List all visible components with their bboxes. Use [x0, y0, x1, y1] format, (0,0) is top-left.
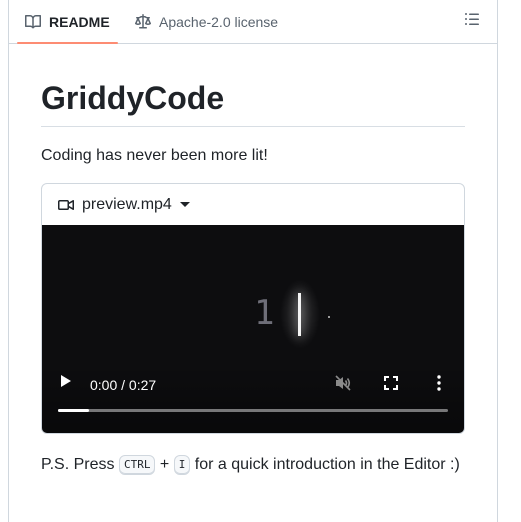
list-unordered-icon [464, 11, 480, 32]
title-divider [41, 126, 465, 127]
kebab-vertical-icon [437, 374, 441, 396]
active-tab-indicator [17, 42, 118, 44]
device-camera-video-icon [58, 197, 74, 213]
ps-note: P.S. Press CTRL + I for a quick introduc… [41, 453, 465, 477]
page-title: GriddyCode [41, 80, 225, 116]
ps-suffix: for a quick introduction in the Editor :… [194, 456, 460, 473]
video-file-summary[interactable]: preview.mp4 [42, 184, 464, 225]
law-icon [135, 14, 151, 30]
triangle-down-icon [179, 201, 190, 208]
editor-dot [328, 316, 330, 318]
tab-readme-label: README [49, 14, 110, 30]
tab-readme[interactable]: README [25, 0, 118, 44]
fullscreen-icon [384, 375, 398, 395]
ps-prefix: P.S. Press [41, 456, 115, 473]
editor-line-number: 1 [254, 293, 275, 333]
readme-panel: README Apache-2.0 license GriddyCode Cod… [8, 0, 498, 522]
play-icon [60, 374, 72, 393]
video-progress-fill [58, 409, 90, 412]
video-progress-bar[interactable] [58, 409, 448, 412]
kbd-i: I [173, 455, 191, 475]
readme-tab-bar: README Apache-2.0 license [9, 0, 497, 44]
more-options-button[interactable] [434, 374, 444, 396]
mute-button[interactable] [334, 374, 352, 397]
controls-shade [42, 363, 464, 433]
video-time: 0:00 / 0:27 [90, 377, 157, 393]
volume-muted-icon [334, 374, 352, 397]
kbd-ctrl: CTRL [118, 455, 156, 475]
fullscreen-button[interactable] [382, 375, 400, 395]
tagline: Coding has never been more lit! [41, 147, 268, 164]
video-embed: preview.mp4 1 0:00 / 0:27 [41, 183, 465, 434]
outline-toggle-button[interactable] [463, 12, 481, 30]
tab-license-label: Apache-2.0 license [159, 14, 279, 30]
video-player[interactable]: 1 0:00 / 0:27 [42, 225, 464, 433]
ps-plus: + [159, 456, 170, 473]
editor-caret [298, 293, 301, 336]
video-filename: preview.mp4 [82, 195, 172, 213]
book-icon [25, 14, 41, 30]
play-button[interactable] [58, 374, 74, 393]
tab-license[interactable]: Apache-2.0 license [135, 0, 278, 44]
